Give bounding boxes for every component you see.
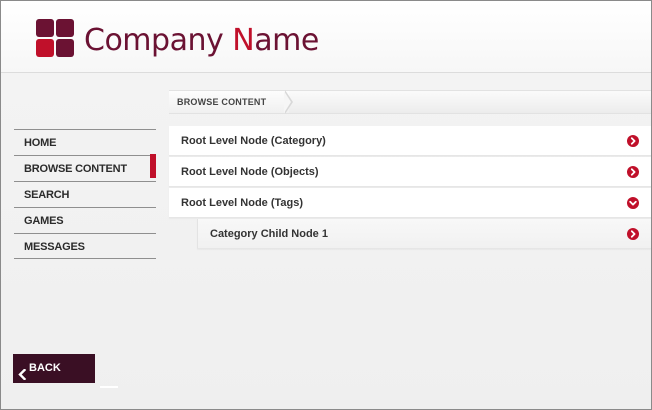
content-tree: Root Level Node (Category) Root Level No… [169, 126, 651, 250]
sidebar-item-browse-content[interactable]: BROWSE CONTENT [14, 154, 156, 181]
tree-row-category-child-1[interactable]: Category Child Node 1 [197, 219, 651, 249]
chevron-right-icon[interactable] [627, 135, 639, 147]
company-name-suffix: ame [254, 23, 319, 58]
sidebar-item-search[interactable]: SEARCH [14, 181, 156, 207]
tree-row-objects[interactable]: Root Level Node (Objects) [169, 157, 651, 187]
company-name: Company Name [84, 23, 319, 58]
breadcrumb-item-current[interactable]: BROWSE CONTENT [169, 91, 289, 113]
focus-indicator [100, 386, 118, 388]
tree-row-category[interactable]: Root Level Node (Category) [169, 126, 651, 156]
chevron-down-icon[interactable] [627, 197, 639, 209]
back-button-label: BACK [29, 362, 61, 374]
company-name-accent: N [232, 23, 255, 58]
breadcrumb-separator-inner [284, 91, 291, 113]
back-button[interactable]: BACK [13, 354, 95, 383]
header: Company Name [1, 1, 651, 73]
tree-row-label: Root Level Node (Tags) [181, 197, 304, 209]
sidebar-item-home[interactable]: HOME [14, 129, 156, 155]
chevron-right-icon[interactable] [627, 166, 639, 178]
chevron-right-icon[interactable] [627, 228, 639, 240]
company-name-prefix: Company [84, 23, 233, 58]
sidebar-item-messages[interactable]: MESSAGES [14, 233, 156, 259]
tree-row-label: Root Level Node (Category) [181, 135, 326, 147]
tree-row-label: Category Child Node 1 [210, 228, 328, 240]
company-logo [36, 19, 76, 59]
sidebar-nav: HOME BROWSE CONTENT SEARCH GAMES MESSAGE… [14, 129, 156, 259]
chevron-left-icon [18, 363, 27, 392]
sidebar-item-games[interactable]: GAMES [14, 207, 156, 233]
tree-row-tags[interactable]: Root Level Node (Tags) [169, 188, 651, 218]
app-window: Company Name BROWSE CONTENT HOME BROWSE … [0, 0, 652, 410]
breadcrumb: BROWSE CONTENT [169, 90, 651, 114]
tree-row-label: Root Level Node (Objects) [181, 166, 319, 178]
